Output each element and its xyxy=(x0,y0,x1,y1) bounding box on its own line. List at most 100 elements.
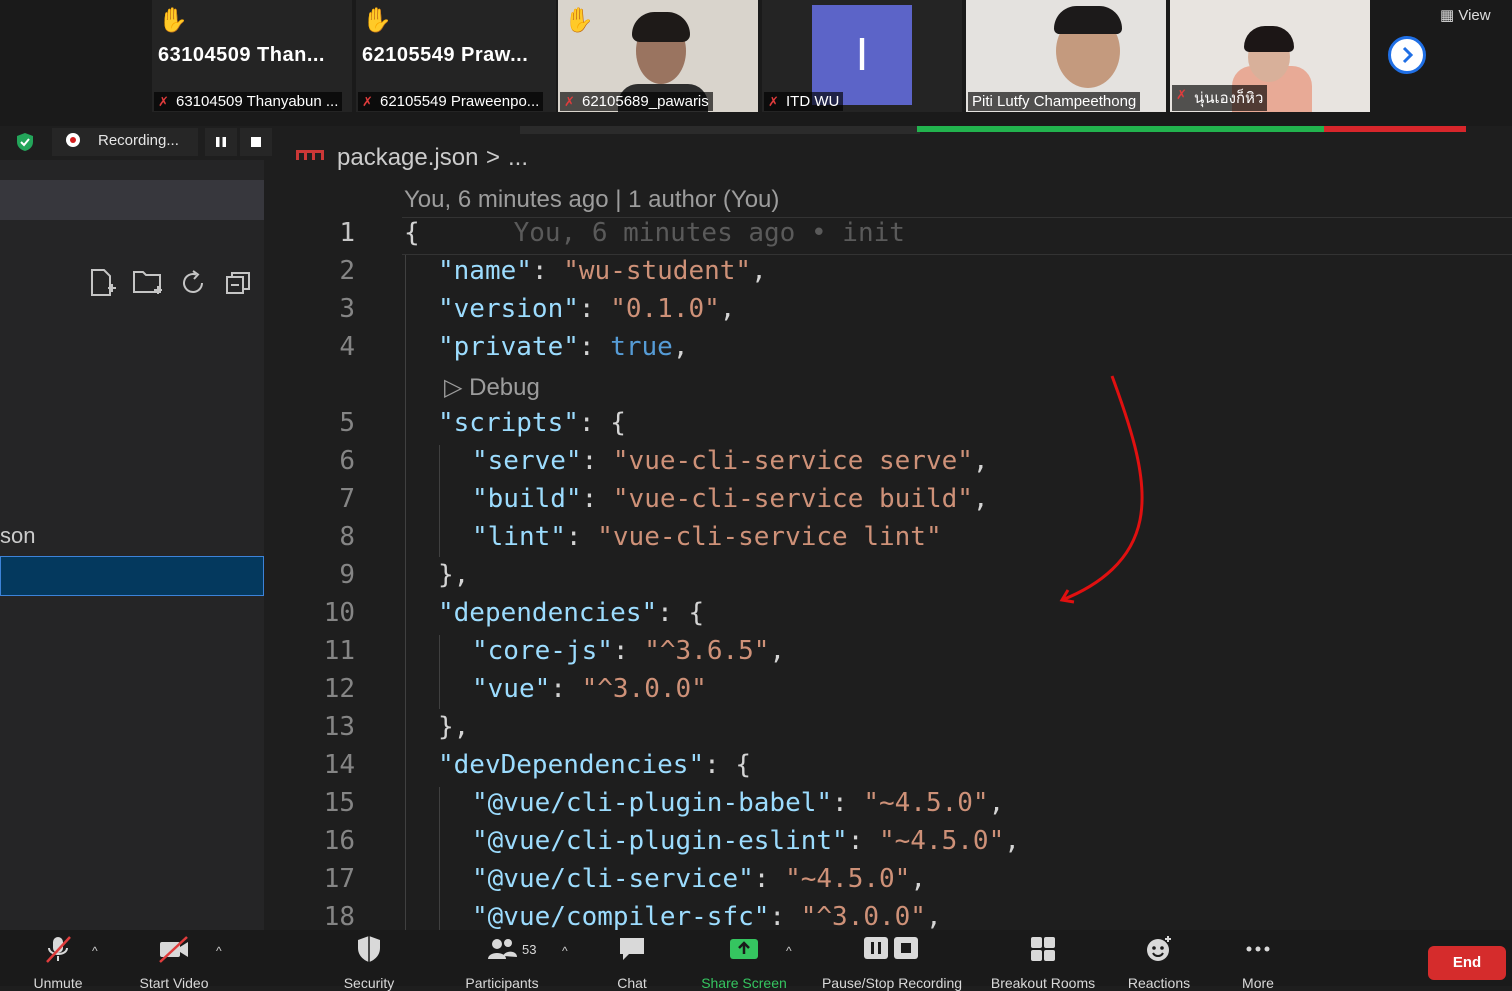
breadcrumb-more[interactable]: ... xyxy=(508,144,528,172)
breakout-rooms-button[interactable]: Breakout Rooms xyxy=(986,934,1100,991)
play-outline-icon: ▷ xyxy=(444,374,470,401)
recording-label: Recording... xyxy=(98,132,179,149)
mic-muted-icon: ✗ xyxy=(564,94,575,109)
pause-stop-recording-button[interactable]: Pause/Stop Recording xyxy=(814,934,970,991)
line-number: 9 xyxy=(339,560,355,590)
participant-tile[interactable]: ✋ ✗ 62105689_pawaris xyxy=(558,0,758,112)
mic-muted-icon: ✗ xyxy=(362,94,373,109)
code-line: "@vue/cli-plugin-babel": "~4.5.0", xyxy=(472,788,1005,818)
participants-count: 53 xyxy=(522,942,537,957)
indent-guide xyxy=(439,787,440,930)
line-number: 13 xyxy=(323,712,355,742)
pause-recording-button[interactable] xyxy=(205,128,237,156)
avatar: I xyxy=(812,5,912,105)
indent-guide xyxy=(439,635,440,709)
annotation-arrow xyxy=(1059,375,1144,604)
share-screen-button[interactable]: Share Screen xyxy=(696,934,792,991)
chevron-up-icon[interactable]: ^ xyxy=(786,944,792,958)
view-button[interactable]: ▦ View xyxy=(1440,6,1491,24)
code-line: "@vue/compiler-sfc": "^3.0.0", xyxy=(472,902,942,932)
explorer-section-header[interactable] xyxy=(0,180,264,220)
grid-icon: ▦ xyxy=(1440,7,1459,24)
code-line: "version": "0.1.0", xyxy=(438,294,736,324)
reactions-button[interactable]: Reactions xyxy=(1120,934,1198,991)
shield-icon xyxy=(358,936,380,962)
line-number: 1 xyxy=(339,218,355,248)
progress-bar-green xyxy=(917,126,1324,132)
git-blame-codelens[interactable]: You, 6 minutes ago | 1 author (You) xyxy=(404,186,779,214)
code-line: { You, 6 minutes ago • init xyxy=(404,218,905,248)
stop-recording-button[interactable] xyxy=(240,128,272,156)
raised-hand-icon: ✋ xyxy=(158,7,188,34)
participant-tile[interactable]: ✋ 63104509 Than... ✗ 63104509 Thanyabun .… xyxy=(152,0,352,112)
participant-strip: ✋ 63104509 Than... ✗ 63104509 Thanyabun .… xyxy=(0,0,1512,126)
debug-codelens[interactable]: ▷ Debug xyxy=(444,373,540,402)
participant-tile[interactable]: Piti Lutfy Champeethong xyxy=(966,0,1166,112)
code-line: "@vue/cli-plugin-eslint": "~4.5.0", xyxy=(472,826,1020,856)
more-dots-icon xyxy=(1246,946,1270,952)
line-number: 18 xyxy=(323,902,355,932)
chat-icon xyxy=(620,938,644,960)
participants-icon xyxy=(488,939,517,959)
code-line: "dependencies": { xyxy=(438,598,705,628)
npm-icon xyxy=(296,149,324,168)
line-number: 4 xyxy=(339,332,355,362)
participants-button[interactable]: 53 Participants xyxy=(456,934,548,991)
next-page-button[interactable] xyxy=(1388,36,1426,74)
code-line: "lint": "vue-cli-service lint" xyxy=(472,522,942,552)
pause-icon xyxy=(216,137,226,147)
code-line: }, xyxy=(438,560,470,590)
breadcrumb-file[interactable]: package.json xyxy=(337,144,478,172)
participant-tile[interactable]: I ✗ ITD WU xyxy=(762,0,962,112)
mic-muted-icon xyxy=(46,936,71,963)
chat-button[interactable]: Chat xyxy=(600,934,664,991)
share-screen-icon xyxy=(730,939,758,959)
code-line: }, xyxy=(438,712,470,742)
line-number: 11 xyxy=(323,636,355,666)
mic-muted-icon: ✗ xyxy=(1176,87,1187,102)
video-off-icon xyxy=(159,936,188,963)
breakout-rooms-icon xyxy=(1031,937,1055,961)
participant-caption: ✗ 62105689_pawaris xyxy=(560,92,713,111)
participant-caption: ✗ ITD WU xyxy=(764,92,844,111)
recording-dot-icon xyxy=(66,133,80,147)
participant-tile[interactable]: ✗ นุ่นเองก็หิว xyxy=(1170,0,1370,112)
end-meeting-button[interactable]: End xyxy=(1428,946,1506,980)
stop-icon xyxy=(251,137,261,147)
line-number: 5 xyxy=(339,408,355,438)
line-number: 14 xyxy=(323,750,355,780)
start-video-button[interactable]: Start Video xyxy=(128,934,220,991)
code-line: "name": "wu-student", xyxy=(438,256,767,286)
line-number: 10 xyxy=(323,598,355,628)
line-number: 17 xyxy=(323,864,355,894)
participant-hair xyxy=(1054,6,1122,34)
line-number: 12 xyxy=(323,674,355,704)
more-button[interactable]: More xyxy=(1226,934,1290,991)
unmute-button[interactable]: Unmute xyxy=(20,934,96,991)
line-number: 8 xyxy=(339,522,355,552)
participant-caption: ✗ 62105549 Praweenpo... xyxy=(358,92,544,111)
participant-caption: ✗ 63104509 Thanyabun ... xyxy=(154,92,343,111)
chevron-up-icon[interactable]: ^ xyxy=(92,944,98,958)
security-shield-icon xyxy=(16,132,34,157)
line-number: 7 xyxy=(339,484,355,514)
indent-guide xyxy=(405,255,406,930)
participant-tile[interactable]: ✋ 62105549 Praw... ✗ 62105549 Praweenpo..… xyxy=(356,0,556,112)
code-line: "scripts": { xyxy=(438,408,626,438)
inline-blame: You, 6 minutes ago • init xyxy=(513,218,905,248)
editor-tab-strip xyxy=(520,126,920,134)
participant-big-name: 62105549 Praw... xyxy=(362,44,529,66)
raised-hand-icon: ✋ xyxy=(362,7,392,34)
participant-caption: Piti Lutfy Champeethong xyxy=(968,92,1141,111)
security-button[interactable]: Security xyxy=(330,934,408,991)
code-line: "@vue/cli-service": "~4.5.0", xyxy=(472,864,926,894)
chevron-up-icon[interactable]: ^ xyxy=(562,944,568,958)
mic-muted-icon: ✗ xyxy=(768,94,779,109)
chevron-up-icon[interactable]: ^ xyxy=(216,944,222,958)
line-number: 2 xyxy=(339,256,355,286)
code-line: "private": true, xyxy=(438,332,689,362)
line-number: 3 xyxy=(339,294,355,324)
indent-guide xyxy=(439,445,440,557)
code-line: "vue": "^3.0.0" xyxy=(472,674,707,704)
breadcrumb-separator: > xyxy=(486,144,501,171)
